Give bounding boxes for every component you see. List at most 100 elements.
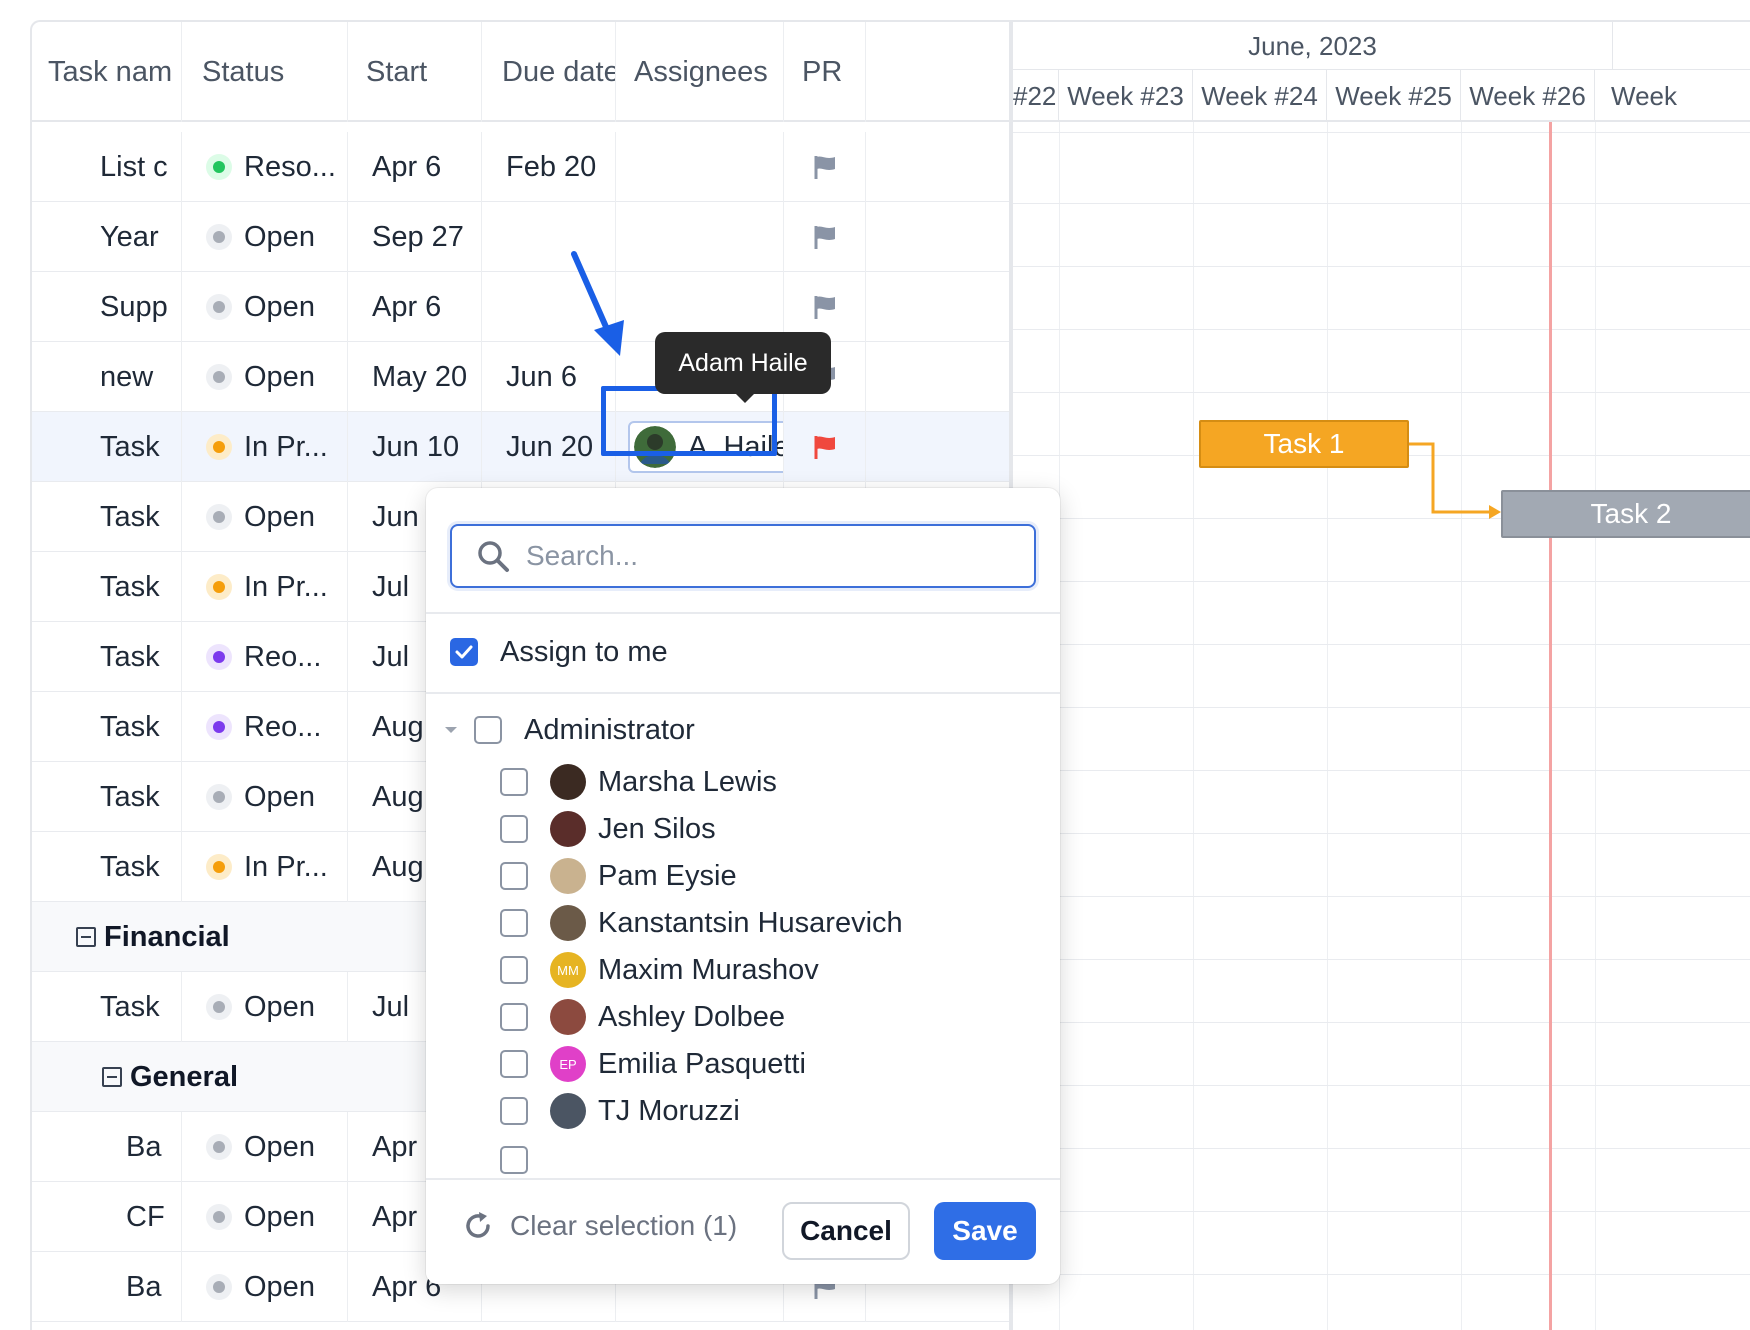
task-name-cell[interactable]: new <box>32 342 182 412</box>
table-row[interactable]: List c Reso... Apr 6 Feb 20 <box>32 132 1010 202</box>
assignee-option[interactable]: TJ Moruzzi <box>500 1089 740 1133</box>
due-date-cell[interactable]: Feb 20 <box>482 132 616 202</box>
status-label: Open <box>244 1270 315 1303</box>
empty-cell <box>866 342 1010 412</box>
start-cell[interactable]: Apr 6 <box>348 132 482 202</box>
task-name-cell[interactable]: Task <box>32 482 182 552</box>
assignee-option[interactable]: Kanstantsin Husarevich <box>500 901 903 945</box>
task-name-cell[interactable]: Task <box>32 832 182 902</box>
avatar <box>550 858 586 894</box>
task-bar-task-2[interactable]: Task 2 <box>1501 490 1750 538</box>
assignee-option[interactable]: Marsha Lewis <box>500 760 777 804</box>
status-cell[interactable]: Reo... <box>182 692 348 762</box>
status-dot-icon <box>206 364 232 390</box>
table-row-selected[interactable]: Task In Pr... Jun 10 Jun 20 A. Haile <box>32 412 1010 482</box>
assignee-dropdown: Assign to me Administrator Marsha Lewis … <box>426 488 1060 1284</box>
assignee-checkbox[interactable] <box>500 956 528 984</box>
group-administrator[interactable]: Administrator <box>442 708 695 752</box>
status-cell[interactable]: Open <box>182 1112 348 1182</box>
assignee-checkbox[interactable] <box>500 768 528 796</box>
task-name-cell[interactable]: Task <box>32 972 182 1042</box>
group-checkbox[interactable] <box>474 716 502 744</box>
table-row[interactable]: Year Open Sep 27 <box>32 202 1010 272</box>
search-box[interactable] <box>450 524 1036 588</box>
task-name-cell[interactable]: Task <box>32 692 182 762</box>
status-cell[interactable]: Open <box>182 1182 348 1252</box>
status-cell[interactable]: Open <box>182 342 348 412</box>
task-name-cell[interactable]: Ba <box>32 1112 182 1182</box>
assignee-name: Maxim Murashov <box>598 953 819 986</box>
search-input[interactable] <box>526 540 1006 572</box>
status-cell[interactable]: Open <box>182 272 348 342</box>
grid-line <box>1013 770 1750 771</box>
week-label: #22 <box>1013 70 1059 122</box>
timeline-week-row: #22 Week #23 Week #24 Week #25 Week #26 … <box>1013 70 1750 122</box>
column-header-start[interactable]: Start <box>348 22 482 122</box>
assign-to-me-checkbox[interactable] <box>450 638 478 666</box>
status-cell[interactable]: Open <box>182 1252 348 1322</box>
caret-down-icon[interactable] <box>442 721 460 739</box>
due-date-cell[interactable]: Jun 20 <box>482 412 616 482</box>
assignee-option[interactable]: EP Emilia Pasquetti <box>500 1042 806 1086</box>
column-header-priority[interactable]: PR <box>784 22 866 122</box>
collapse-icon[interactable] <box>76 927 96 947</box>
status-cell[interactable]: Reso... <box>182 132 348 202</box>
assignees-cell[interactable] <box>616 132 784 202</box>
status-cell[interactable]: Open <box>182 482 348 552</box>
assignee-option[interactable]: Ashley Dolbee <box>500 995 785 1039</box>
assignee-checkbox[interactable] <box>500 909 528 937</box>
assignee-option[interactable]: MM Maxim Murashov <box>500 948 819 992</box>
priority-cell[interactable] <box>784 132 866 202</box>
task-name-cell[interactable]: Task <box>32 762 182 832</box>
table-row[interactable]: Supp Open Apr 6 <box>32 272 1010 342</box>
assign-to-me-option[interactable]: Assign to me <box>450 626 668 678</box>
assignee-checkbox[interactable] <box>500 862 528 890</box>
task-name-cell[interactable]: Task <box>32 412 182 482</box>
assignee-checkbox[interactable] <box>500 815 528 843</box>
task-name-cell[interactable]: Task <box>32 552 182 622</box>
clear-selection-button[interactable]: Clear selection (1) <box>462 1210 737 1242</box>
collapse-icon[interactable] <box>102 1067 122 1087</box>
column-header-due-date[interactable]: Due date <box>482 22 616 122</box>
start-cell[interactable]: May 20 <box>348 342 482 412</box>
table-row[interactable]: new Open May 20 Jun 6 <box>32 342 1010 412</box>
assignee-checkbox[interactable] <box>500 1003 528 1031</box>
column-header-task-name[interactable]: Task nam <box>32 22 182 122</box>
status-cell[interactable]: Open <box>182 202 348 272</box>
group-label: Administrator <box>524 713 695 746</box>
column-header-status[interactable]: Status <box>182 22 348 122</box>
save-button[interactable]: Save <box>934 1202 1036 1260</box>
status-cell[interactable]: In Pr... <box>182 552 348 622</box>
column-header-assignees[interactable]: Assignees <box>616 22 784 122</box>
status-cell[interactable]: Reo... <box>182 622 348 692</box>
cancel-button[interactable]: Cancel <box>782 1202 910 1260</box>
status-cell[interactable]: Open <box>182 762 348 832</box>
status-cell[interactable]: Open <box>182 972 348 1042</box>
refresh-icon <box>466 1212 490 1238</box>
assignee-option-partial[interactable] <box>500 1138 550 1182</box>
assignee-checkbox[interactable] <box>500 1097 528 1125</box>
task-name-cell[interactable]: CF <box>32 1182 182 1252</box>
task-name-cell[interactable]: List c <box>32 132 182 202</box>
assignee-checkbox[interactable] <box>500 1146 528 1174</box>
priority-cell[interactable] <box>784 412 866 482</box>
status-cell[interactable]: In Pr... <box>182 412 348 482</box>
dependency-link[interactable] <box>1409 442 1509 522</box>
task-name-cell[interactable]: Supp <box>32 272 182 342</box>
start-cell[interactable]: Apr 6 <box>348 272 482 342</box>
task-name-cell[interactable]: Ba <box>32 1252 182 1322</box>
assignee-checkbox[interactable] <box>500 1050 528 1078</box>
status-dot-icon <box>206 574 232 600</box>
assignees-cell[interactable] <box>616 202 784 272</box>
start-cell[interactable]: Sep 27 <box>348 202 482 272</box>
task-name-cell[interactable]: Task <box>32 622 182 692</box>
status-cell[interactable]: In Pr... <box>182 832 348 902</box>
assignee-option[interactable]: Pam Eysie <box>500 854 737 898</box>
assignee-name: Pam Eysie <box>598 859 737 892</box>
task-bar-task-1[interactable]: Task 1 <box>1199 420 1409 468</box>
start-cell[interactable]: Jun 10 <box>348 412 482 482</box>
priority-cell[interactable] <box>784 202 866 272</box>
assignee-option[interactable]: Jen Silos <box>500 807 716 851</box>
status-label: Open <box>244 1130 315 1163</box>
task-name-cell[interactable]: Year <box>32 202 182 272</box>
